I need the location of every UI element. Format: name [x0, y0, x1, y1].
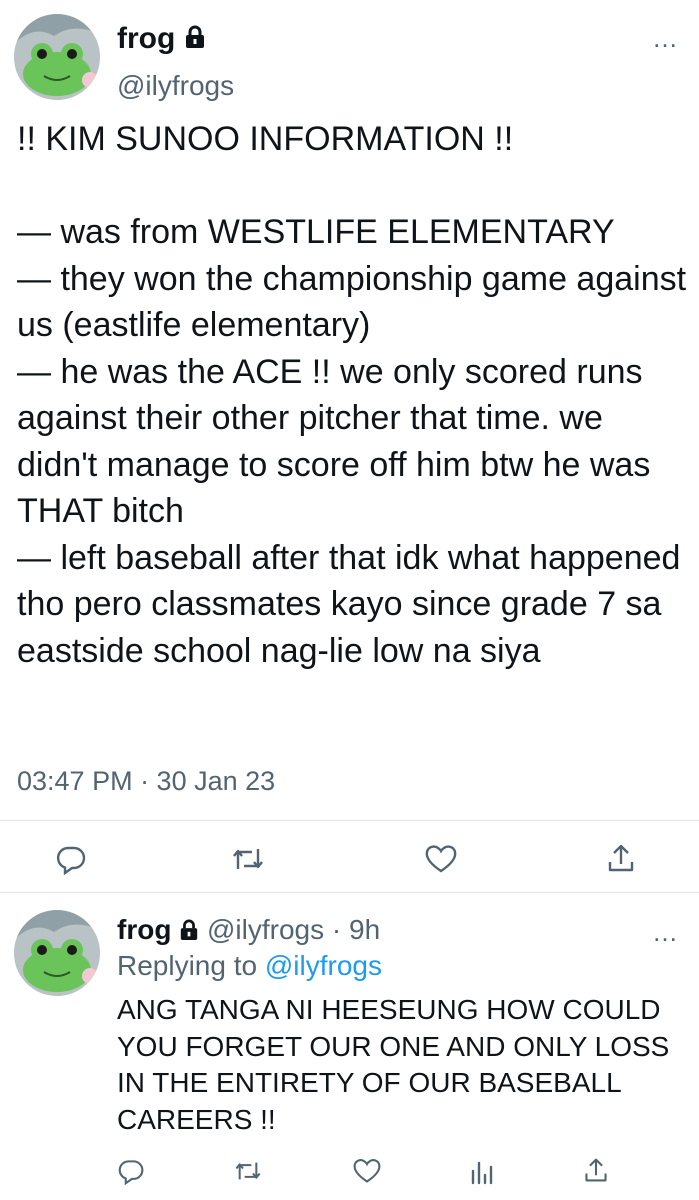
reply-handle-time[interactable]: @ilyfrogs · 9h — [207, 914, 380, 945]
reply-author-avatar[interactable] — [14, 910, 100, 996]
author-avatar[interactable] — [14, 14, 100, 100]
replying-to-handle[interactable]: @ilyfrogs — [265, 950, 382, 981]
frog-avatar-image — [14, 910, 100, 996]
share-icon[interactable] — [606, 842, 636, 874]
lock-icon — [179, 916, 199, 948]
frog-avatar-image — [14, 14, 100, 100]
replying-to: Replying to @ilyfrogs — [117, 950, 382, 982]
like-icon[interactable] — [424, 843, 458, 875]
reply-author-name[interactable]: frog — [117, 914, 171, 945]
divider — [0, 892, 699, 893]
reply-icon[interactable] — [117, 1157, 145, 1185]
reply-more-options-icon[interactable]: … — [652, 919, 679, 945]
more-options-icon[interactable]: … — [652, 25, 679, 51]
retweet-icon[interactable] — [233, 1157, 263, 1185]
replying-to-label: Replying to — [117, 950, 258, 981]
tweet-text: !! KIM SUNOO INFORMATION !! — was from W… — [17, 120, 687, 670]
retweet-icon[interactable] — [230, 843, 266, 875]
views-icon[interactable] — [470, 1157, 496, 1185]
reply-icon[interactable] — [55, 843, 87, 875]
lock-icon — [184, 23, 206, 57]
divider — [0, 820, 699, 821]
reply-header: frog @ilyfrogs · 9h — [117, 914, 380, 948]
author-name[interactable]: frog — [117, 22, 206, 57]
tweet-timestamp[interactable]: 03:47 PM · 30 Jan 23 — [17, 766, 275, 797]
author-handle[interactable]: @ilyfrogs — [117, 70, 234, 102]
reply-text: ANG TANGA NI HEESEUNG HOW COULD YOU FORG… — [117, 994, 678, 1135]
like-icon[interactable] — [352, 1157, 382, 1185]
share-icon[interactable] — [583, 1156, 609, 1184]
author-name-text: frog — [117, 22, 176, 55]
